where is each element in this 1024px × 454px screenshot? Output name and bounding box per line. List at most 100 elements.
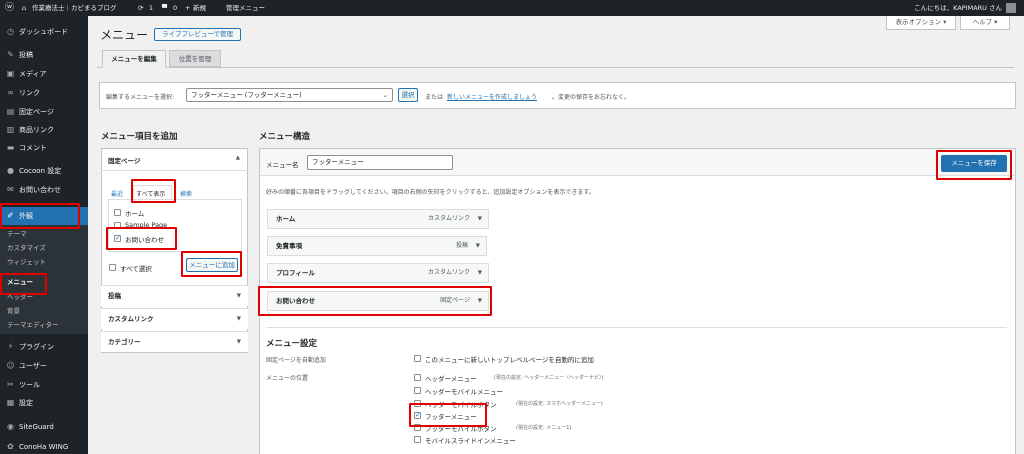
plus-icon[interactable]: + <box>185 0 190 16</box>
admin-bar: ⓦ ⌂ 作業療法士｜カピまるブログ ⟳ 1 ▀ 0 + 新規 管理メニュー こん… <box>0 0 1024 16</box>
sidebar-item-label: Cocoon 設定 <box>19 167 62 175</box>
submenu-item[interactable]: カスタマイズ <box>0 242 88 254</box>
sidebar-item-label: メディア <box>19 70 47 78</box>
sidebar-item-media[interactable]: ▣ メディア <box>0 65 88 83</box>
menu-item-type: カスタムリンク <box>427 215 470 222</box>
menu-name-input[interactable]: フッターメニュー <box>307 155 453 170</box>
comments-icon[interactable]: ▀ <box>162 0 167 16</box>
sidebar-item-plugin[interactable]: ⚡ プラグイン <box>0 338 88 356</box>
updates-icon[interactable]: ⟳ <box>138 0 143 16</box>
checkbox-select-all[interactable] <box>109 264 116 271</box>
avatar[interactable] <box>1006 3 1016 13</box>
sidebar-item-cocoon[interactable]: ● Cocoon 設定 <box>0 162 88 180</box>
highlight-contact-menu-item <box>258 286 492 316</box>
sidebar-item-link[interactable]: ∞ リンク <box>0 84 88 102</box>
sidebar-item-product-link[interactable]: ▥ 商品リンク <box>0 121 88 139</box>
help-button[interactable]: ヘルプ ▾ <box>960 16 1010 30</box>
sidebar-item-label: ツール <box>19 381 40 389</box>
accordion-custom-links[interactable]: カスタムリンク ▼ <box>101 308 248 329</box>
sidebar-item-mail[interactable]: ✉ お問い合わせ <box>0 181 88 199</box>
create-menu-link[interactable]: 新しいメニューを作成しましょう <box>447 92 537 101</box>
checkbox-location[interactable] <box>414 374 421 381</box>
wordpress-logo-icon[interactable]: ⓦ <box>5 0 14 16</box>
live-preview-button[interactable]: ライブプレビューで管理 <box>154 28 241 41</box>
sidebar-item-label: 商品リンク <box>19 126 54 134</box>
menu-structure-heading: メニュー構造 <box>259 132 311 142</box>
checkbox-auto-add[interactable] <box>414 355 421 362</box>
menu-settings-heading: メニュー設定 <box>266 339 318 349</box>
pages-section-title: 固定ページ <box>108 157 141 165</box>
dashboard-icon: ◷ <box>7 27 14 36</box>
menu-item-disclaimer[interactable]: 免責事項 投稿 ▼ <box>267 236 487 256</box>
accordion-categories-title: カテゴリー <box>108 338 141 346</box>
sidebar-item-label: ダッシュボード <box>19 28 68 36</box>
menu-select-dropdown[interactable]: フッターメニュー (フッターメニュー) ⌄ <box>186 88 393 102</box>
sidebar-item-dashboard[interactable]: ◷ ダッシュボード <box>0 23 88 41</box>
checkbox-location[interactable] <box>414 387 421 394</box>
tabs-divider <box>97 67 1014 68</box>
accordion-categories[interactable]: カテゴリー ▼ <box>101 331 248 352</box>
highlight-add-button <box>181 251 242 277</box>
settings-icon: ▦ <box>6 398 15 407</box>
admin-menu-link[interactable]: 管理メニュー <box>226 0 265 16</box>
submenu-item[interactable]: テーマ <box>0 228 88 240</box>
expand-arrow-icon[interactable]: ▼ <box>478 264 482 282</box>
expand-arrow-icon[interactable]: ▼ <box>476 237 480 255</box>
comments-count[interactable]: 0 <box>173 0 177 16</box>
menu-item-title: ホーム <box>276 215 296 223</box>
or-text: または <box>425 94 444 101</box>
sidebar-item-label: お問い合わせ <box>19 186 61 194</box>
sidebar-item-siteguard[interactable]: ◉ SiteGuard <box>0 418 88 436</box>
menu-item-home[interactable]: ホーム カスタムリンク ▼ <box>267 209 489 229</box>
submenu-item[interactable]: ウィジェット <box>0 256 88 268</box>
accordion-posts[interactable]: 投稿 ▼ <box>101 285 248 306</box>
highlight-footer-location <box>409 403 487 427</box>
submenu-item[interactable]: 背景 <box>0 305 88 317</box>
sidebar-item-label: 設定 <box>19 399 33 407</box>
page-icon: ▤ <box>6 107 15 116</box>
chevron-down-icon: ▼ <box>236 316 241 322</box>
site-name-link[interactable]: 作業療法士｜カピまるブログ <box>32 0 117 16</box>
checkbox-home[interactable] <box>114 209 121 216</box>
structure-instructions: 好みの順番に各項目をドラッグしてください。項目の右側の矢印をクリックすると、追加… <box>266 189 595 196</box>
page-title: メニュー <box>100 28 149 42</box>
sidebar-item-label: ConoHa WING <box>19 443 69 451</box>
chevron-down-icon: ⌄ <box>382 91 388 99</box>
pages-accordion-header[interactable]: 固定ページ ▲ <box>101 148 248 171</box>
updates-count[interactable]: 1 <box>149 0 153 16</box>
sidebar-item-tool[interactable]: ✂ ツール <box>0 376 88 394</box>
highlight-contact-checkbox <box>106 227 177 250</box>
screen-options-button[interactable]: 表示オプション ▾ <box>886 16 956 30</box>
sidebar-item-settings[interactable]: ▦ 設定 <box>0 394 88 412</box>
checkbox-location[interactable] <box>414 436 421 443</box>
auto-add-option: このメニューに新しいトップレベルページを自動的に追加 <box>425 356 594 364</box>
submenu-item[interactable]: テーマエディター <box>0 319 88 331</box>
sidebar-item-label: SiteGuard <box>19 423 54 431</box>
sidebar-item-comment[interactable]: ▬ コメント <box>0 139 88 157</box>
select-button[interactable]: 選択 <box>398 88 418 102</box>
greeting[interactable]: こんにちは、KAPIMARU さん <box>914 0 1002 16</box>
menu-item-profile[interactable]: プロフィール カスタムリンク ▼ <box>267 263 489 283</box>
sidebar-item-conoha[interactable]: ✿ ConoHa WING <box>0 438 88 454</box>
expand-arrow-icon[interactable]: ▼ <box>478 210 482 228</box>
new-content-link[interactable]: 新規 <box>193 0 206 16</box>
menu-item-title: 免責事項 <box>276 242 302 250</box>
highlight-menus <box>0 273 47 295</box>
accordion-posts-title: 投稿 <box>108 292 121 300</box>
select-all-label: すべて選択 <box>120 265 152 273</box>
tab-edit-menus[interactable]: メニューを編集 <box>102 50 166 68</box>
tab-search[interactable]: 検索 <box>180 189 192 198</box>
sidebar-item-pin[interactable]: ✎ 投稿 <box>0 46 88 64</box>
highlight-view-all-tab <box>131 179 176 203</box>
menu-select-value: フッターメニュー (フッターメニュー) <box>191 91 302 99</box>
tab-recent[interactable]: 最近 <box>111 189 123 198</box>
location-current-note: (現在の設定: メニュー1) <box>516 425 572 431</box>
chevron-down-icon: ▼ <box>236 293 241 299</box>
sidebar-item-page[interactable]: ▤ 固定ページ <box>0 103 88 121</box>
mail-icon: ✉ <box>7 185 14 194</box>
chevron-up-icon: ▲ <box>235 155 240 161</box>
chevron-down-icon: ▼ <box>236 339 241 345</box>
tab-manage-locations[interactable]: 位置を管理 <box>169 50 221 67</box>
sidebar-item-user[interactable]: ☺ ユーザー <box>0 357 88 375</box>
settings-divider <box>267 327 1007 328</box>
